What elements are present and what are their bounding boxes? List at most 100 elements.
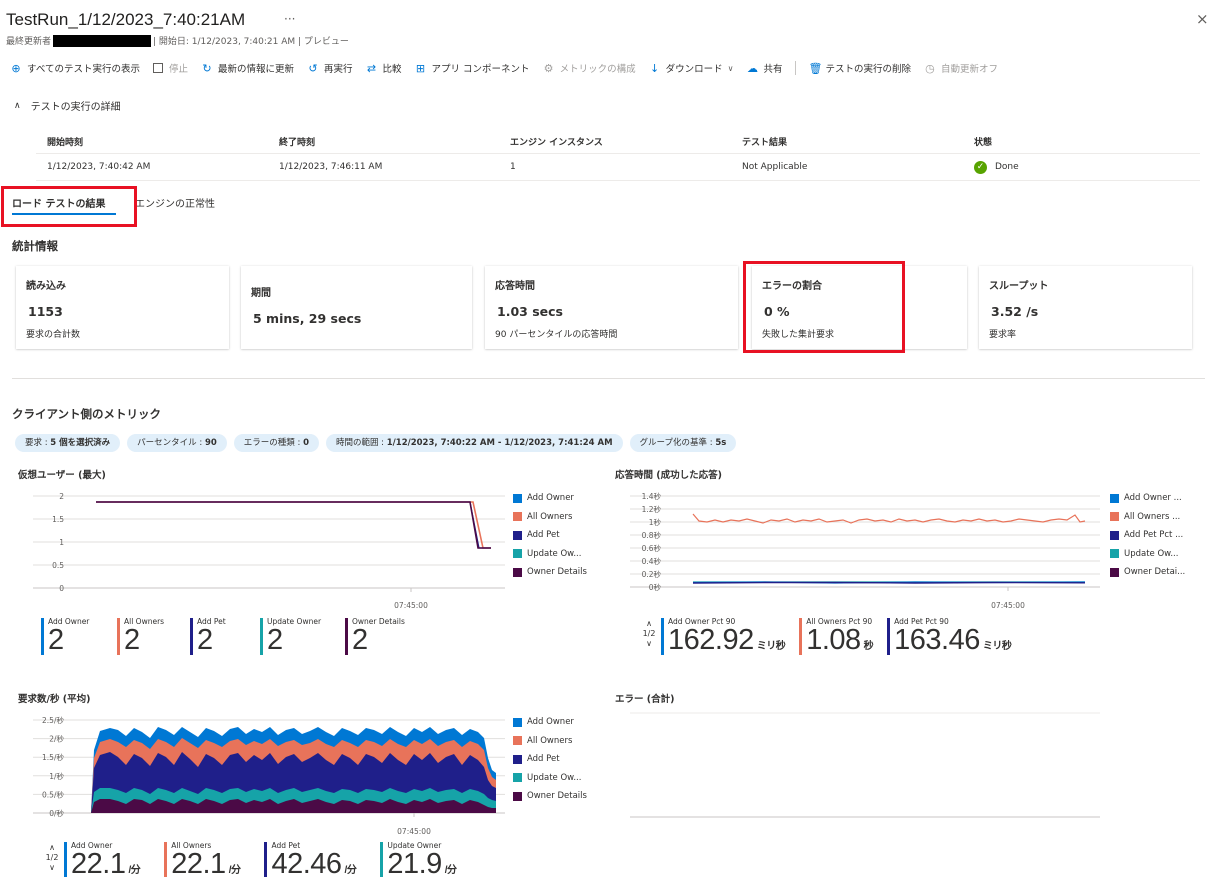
- summary-unit: /分: [228, 865, 241, 876]
- summary-value: 42.46: [271, 848, 342, 877]
- clock-icon: ◷: [925, 61, 935, 75]
- legend-swatch: [513, 493, 522, 503]
- stop-label: 停止: [168, 64, 188, 75]
- page-indicator: 1/2: [642, 629, 656, 638]
- legend-item[interactable]: Add Owner: [513, 713, 587, 732]
- legend-item[interactable]: All Owners ...: [1110, 508, 1185, 527]
- pill-key: パーセンタイル :: [137, 438, 205, 448]
- legend-swatch: [1110, 512, 1119, 522]
- autorefresh-button[interactable]: ◷ 自動更新オフ: [924, 61, 998, 76]
- y-tick-label: 2/秒: [49, 734, 64, 744]
- filter-pill-grouping[interactable]: グループ化の基準 : 5s: [629, 434, 737, 452]
- legend-item[interactable]: Add Pet: [513, 526, 587, 545]
- legend-item[interactable]: Update Ow...: [1110, 545, 1185, 564]
- legend-swatch: [513, 773, 522, 783]
- summary-item: Add Owner 22.1/分: [64, 841, 141, 877]
- page-title: TestRun_1/12/2023_7:40:21AM: [6, 10, 246, 29]
- legend-label: Update Ow...: [527, 548, 582, 559]
- status-text: Done: [995, 162, 1019, 172]
- close-icon[interactable]: ×: [1196, 10, 1209, 28]
- refresh-button[interactable]: ↻ 最新の情報に更新: [201, 61, 294, 76]
- legend-item[interactable]: Add Owner: [513, 489, 587, 508]
- y-tick-label: 0.4秒: [642, 556, 662, 566]
- chevron-up-icon[interactable]: ∧: [642, 619, 656, 629]
- rt-chart-legend: Add Owner ... All Owners ... Add Pet Pct…: [1110, 489, 1185, 582]
- legend-label: All Owners: [527, 511, 573, 522]
- rps-pager[interactable]: ∧ 1/2 ∨: [45, 843, 59, 873]
- summary-value: 162.92: [668, 624, 754, 656]
- metrics-config-button[interactable]: ⚙ メトリックの構成: [543, 61, 636, 76]
- legend-item[interactable]: Owner Details: [513, 563, 587, 582]
- legend-item[interactable]: Add Pet Pct ...: [1110, 526, 1185, 545]
- chevron-down-icon[interactable]: ∨: [642, 639, 656, 649]
- summary-bar: [887, 618, 891, 655]
- summary-item: All Owners Pct 90 1.08 秒: [799, 617, 874, 661]
- filter-pill-error-type[interactable]: エラーの種類 : 0: [233, 434, 319, 452]
- y-tick-label: 0.2秒: [642, 569, 662, 579]
- legend-item[interactable]: Update Ow...: [513, 769, 587, 788]
- pill-key: 要求 :: [25, 438, 51, 448]
- column-header: 終了時刻: [279, 138, 316, 148]
- more-options-icon[interactable]: ···: [284, 12, 295, 26]
- filter-pill-time-range[interactable]: 時間の範囲 : 1/12/2023, 7:40:22 AM - 1/12/202…: [325, 434, 623, 452]
- view-all-runs-button[interactable]: ⊕ すべてのテスト実行の表示: [10, 61, 140, 76]
- stat-card-response-time: 応答時間 1.03 secs 90 パーセンタイルの応答時間: [485, 266, 738, 349]
- series-line-add-pet: [692, 581, 1086, 584]
- x-tick-label: 07:45:00: [991, 601, 1025, 610]
- summary-bar: [345, 618, 348, 655]
- legend-label: Add Pet: [527, 530, 560, 541]
- command-bar: ⊕ すべてのテスト実行の表示 停止 ↻ 最新の情報に更新 ↺ 再実行 ⇄ 比較 ⊞ アプリ…: [10, 60, 1011, 76]
- share-button[interactable]: ☁ 共有: [746, 61, 783, 76]
- app-components-button[interactable]: ⊞ アプリ コンポーネント: [415, 61, 530, 76]
- filter-pill-percentile[interactable]: パーセンタイル : 90: [127, 434, 227, 452]
- y-tick-label: 2.5/秒: [42, 715, 64, 725]
- legend-swatch: [513, 717, 522, 727]
- stat-value: 1153: [28, 304, 63, 319]
- y-tick-label: 2: [59, 492, 64, 501]
- legend-swatch: [513, 530, 522, 540]
- y-tick-label: 1.5: [52, 515, 64, 524]
- column-header: テスト結果: [742, 138, 788, 148]
- summary-value: 2: [352, 624, 368, 656]
- delete-run-button[interactable]: 🗑 テストの実行の削除: [808, 61, 911, 76]
- stat-label: 応答時間: [495, 281, 535, 292]
- legend-item[interactable]: All Owners: [513, 732, 587, 751]
- pill-value: 0: [303, 438, 309, 448]
- summary-value: 2: [267, 624, 283, 656]
- rt-summary-values: Add Owner Pct 90 162.92 ミリ秒 All Owners Pct…: [661, 617, 1029, 661]
- y-tick-label: 0.5/秒: [42, 789, 64, 799]
- highlight-box: [1, 186, 137, 227]
- legend-item[interactable]: Add Owner ...: [1110, 489, 1185, 508]
- app-components-label: アプリ コンポーネント: [431, 64, 530, 75]
- refresh-label: 最新の情報に更新: [217, 64, 294, 75]
- download-button[interactable]: ↓ ダウンロード ∨: [649, 61, 733, 76]
- rerun-button[interactable]: ↺ 再実行: [307, 61, 352, 76]
- legend-swatch: [1110, 493, 1119, 503]
- summary-bar: [661, 618, 664, 655]
- chevron-up-icon[interactable]: ∧: [45, 843, 59, 853]
- legend-item[interactable]: Owner Detai...: [1110, 563, 1185, 582]
- rt-chart-title: 応答時間 (成功した応答): [615, 470, 722, 481]
- legend-item[interactable]: Owner Details: [513, 787, 587, 806]
- rt-chart: 1.4秒 1.2秒 1秒 0.8秒 0.6秒 0.4秒 0.2秒 0秒 07:4…: [630, 491, 1100, 610]
- compare-button[interactable]: ⇄ 比較: [366, 61, 402, 76]
- stop-button[interactable]: 停止: [152, 61, 188, 75]
- filter-pill-requests[interactable]: 要求 : 5 個を選択済み: [15, 434, 121, 452]
- rt-pager[interactable]: ∧ 1/2 ∨: [642, 619, 656, 649]
- legend-item[interactable]: Update Ow...: [513, 545, 587, 564]
- chevron-down-icon[interactable]: ∨: [45, 863, 59, 873]
- tab-engine-health[interactable]: エンジンの正常性: [135, 195, 215, 210]
- summary-value: 2: [48, 624, 64, 656]
- summary-item: Add Pet Pct 90 163.46 ミリ秒: [887, 617, 1012, 661]
- summary-value: 2: [197, 624, 213, 656]
- highlight-box: [743, 261, 905, 353]
- legend-swatch: [513, 754, 522, 764]
- summary-value: 2: [124, 624, 140, 656]
- details-section-toggle[interactable]: ∧ テストの実行の詳細: [14, 98, 121, 114]
- legend-item[interactable]: Add Pet: [513, 750, 587, 769]
- view-all-label: すべてのテスト実行の表示: [27, 64, 140, 75]
- legend-item[interactable]: All Owners: [513, 508, 587, 527]
- legend-label: Add Pet Pct ...: [1124, 530, 1184, 541]
- table-header-row: 開始時刻 終了時刻 エンジン インスタンス テスト結果 状態: [36, 130, 1200, 154]
- table-cell: 1: [510, 162, 516, 172]
